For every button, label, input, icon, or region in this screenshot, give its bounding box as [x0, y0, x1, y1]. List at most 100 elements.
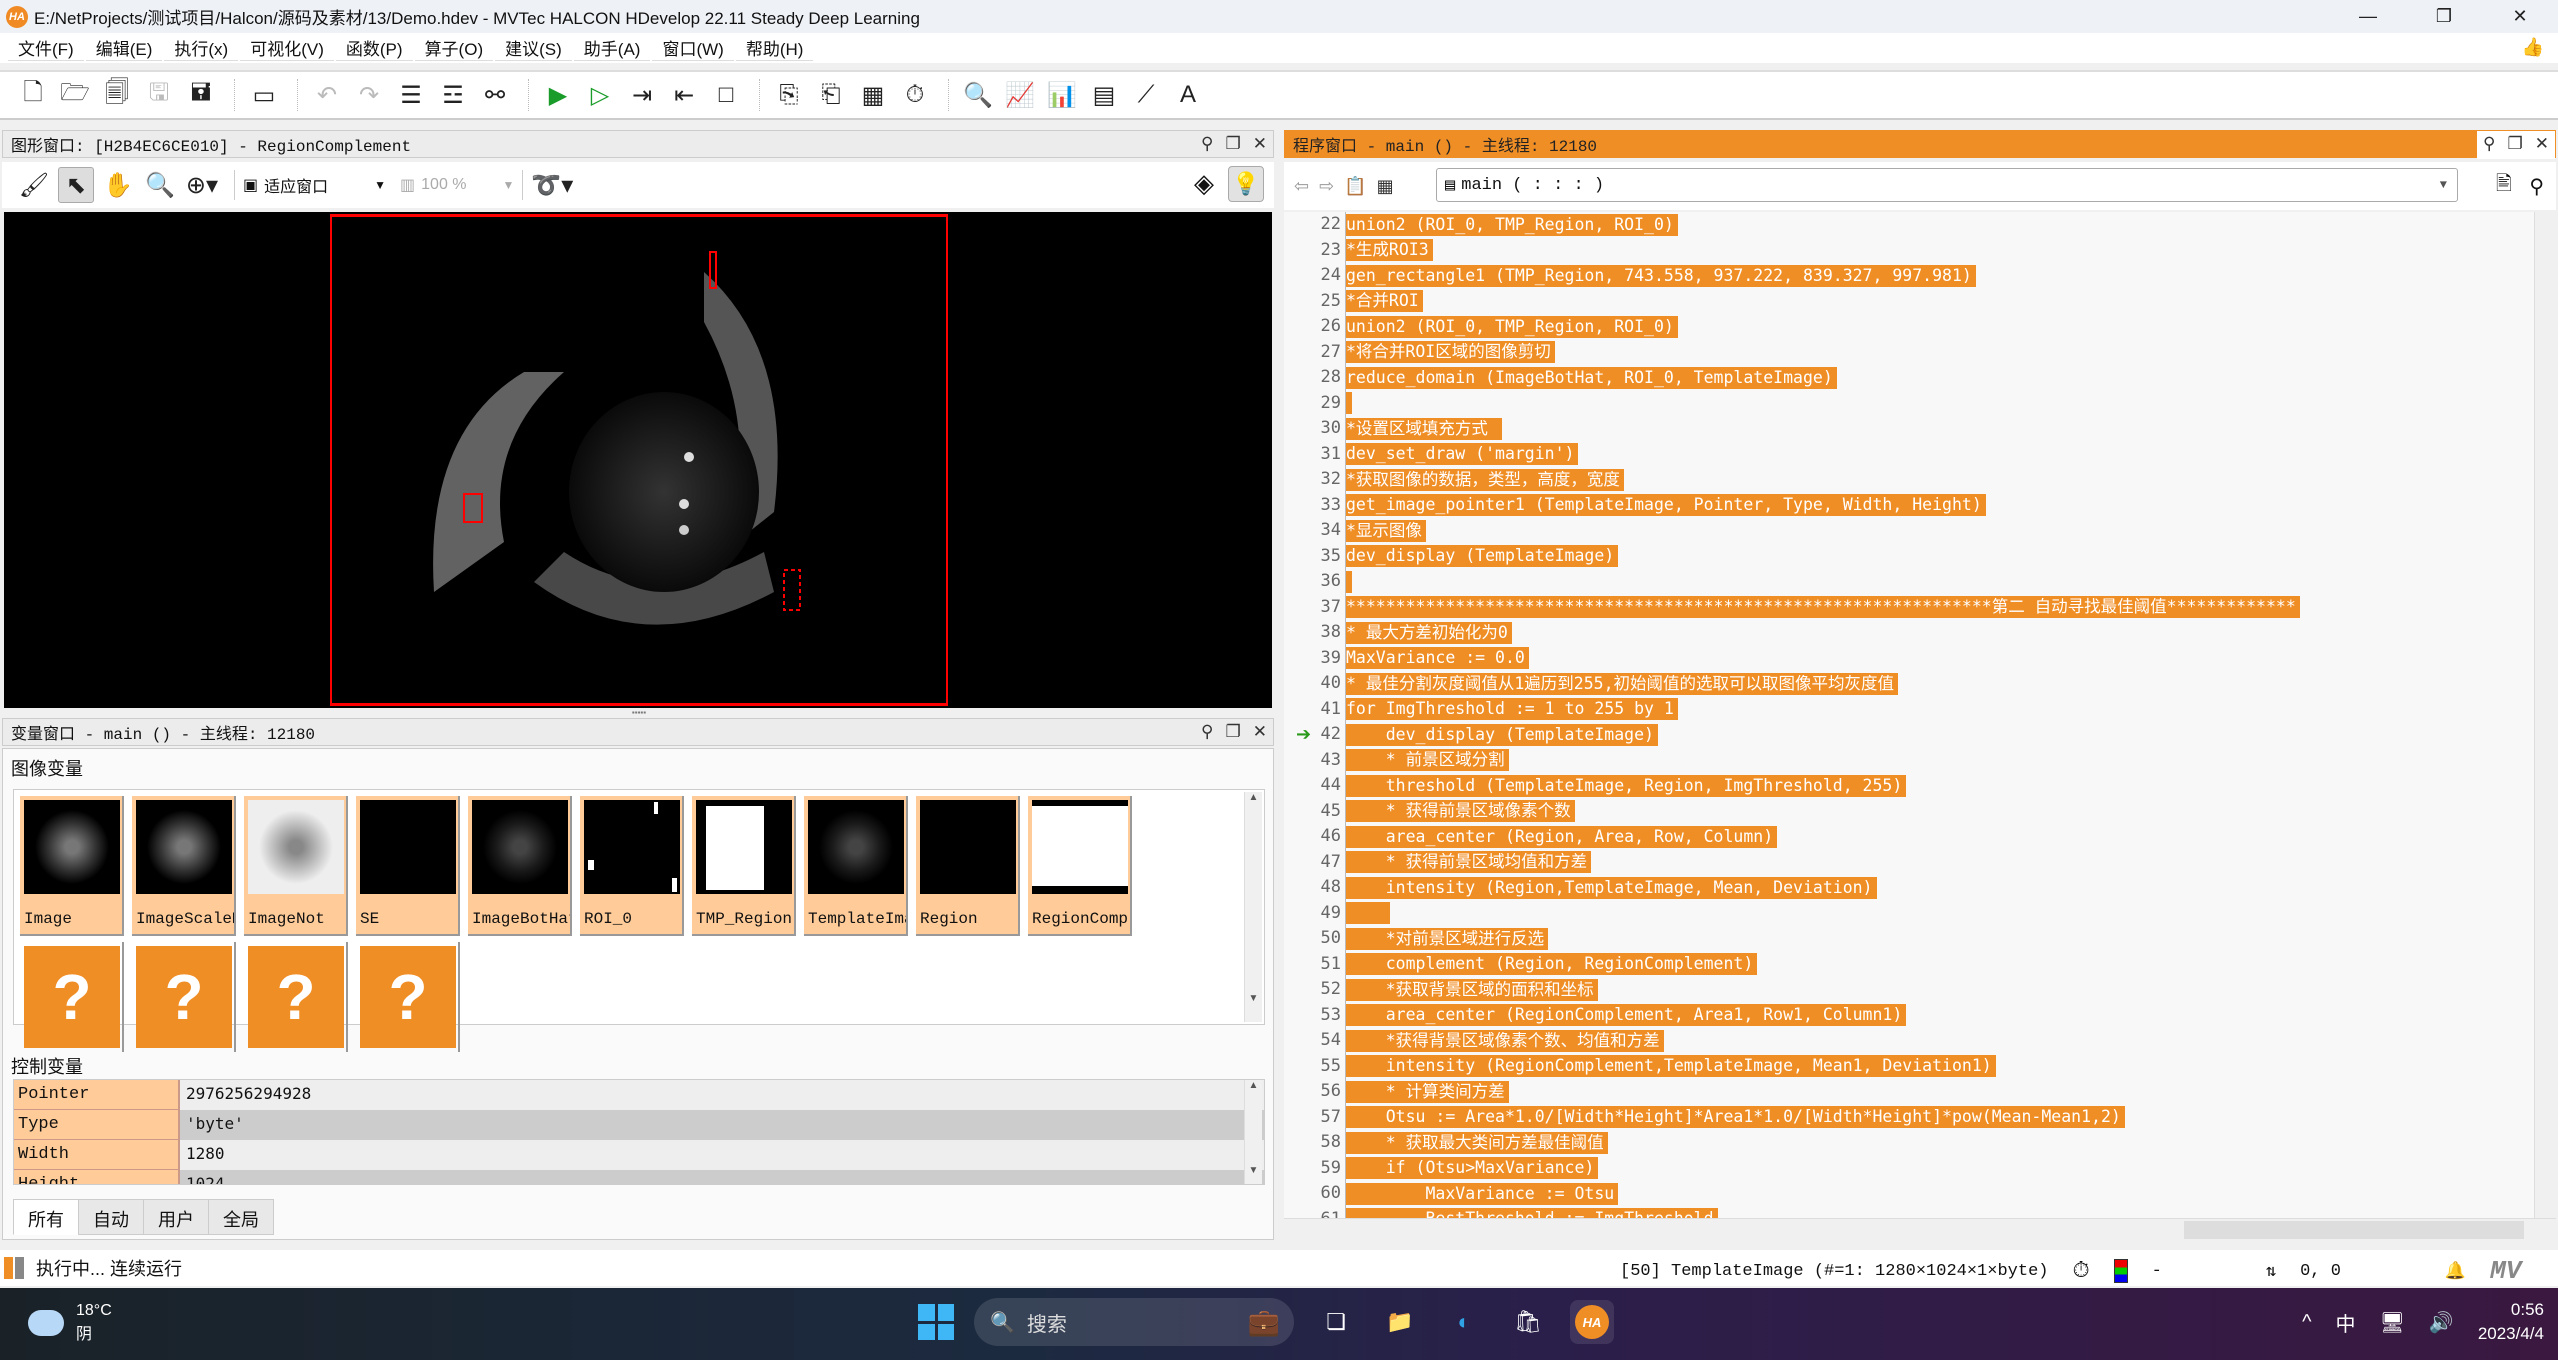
uninitialized-var-thumbnail[interactable]: ?: [244, 942, 348, 1052]
code-line[interactable]: 30 *设置区域填充方式: [1284, 416, 2534, 442]
control-var-row[interactable]: Height 1024: [14, 1170, 1264, 1184]
draw-shape-icon[interactable]: ➰▾: [531, 167, 573, 203]
menu-edit[interactable]: 编辑(E): [85, 35, 163, 61]
close-panel-icon[interactable]: ✕: [1253, 722, 1267, 742]
reset-procedure-icon[interactable]: ⎗: [812, 76, 850, 114]
code-line[interactable]: 50 *对前景区域进行反选: [1284, 926, 2534, 952]
zoom-window-icon[interactable]: 🔍: [959, 76, 997, 114]
feature-inspection-icon[interactable]: ▤: [1085, 76, 1123, 114]
close-panel-icon[interactable]: ✕: [1253, 134, 1267, 154]
save-all-icon[interactable]: 🖬: [182, 76, 220, 114]
menu-operators[interactable]: 算子(O): [414, 35, 494, 61]
microsoft-store-icon[interactable]: 🛍: [1506, 1300, 1550, 1344]
tab-auto[interactable]: 自动: [78, 1199, 144, 1235]
menu-execute[interactable]: 执行(x): [164, 35, 239, 61]
forward-arrow-icon[interactable]: ⇨: [1319, 176, 1334, 197]
code-line[interactable]: 57 Otsu := Area*1.0/[Width*Height]*Area1…: [1284, 1104, 2534, 1130]
image-var-thumbnail[interactable]: Region: [916, 796, 1020, 936]
code-line[interactable]: 45 * 获得前景区域像素个数: [1284, 798, 2534, 824]
clipboard-icon[interactable]: 📋: [1344, 176, 1366, 197]
weather-widget[interactable]: 18°C 阴: [28, 1302, 112, 1344]
lightbulb-icon[interactable]: 💡: [1228, 166, 1264, 202]
tab-all[interactable]: 所有: [13, 1199, 79, 1235]
menu-file[interactable]: 文件(F): [8, 35, 84, 61]
code-line[interactable]: 49: [1284, 900, 2534, 926]
code-editor[interactable]: 22 union2 (ROI_0, TMP_Region, ROI_0) 23 *生成…: [1284, 212, 2534, 1218]
code-line[interactable]: 26 union2 (ROI_0, TMP_Region, ROI_0): [1284, 314, 2534, 340]
code-line[interactable]: 34 *显示图像: [1284, 518, 2534, 544]
code-line[interactable]: 51 complement (Region, RegionComplement): [1284, 951, 2534, 977]
code-line[interactable]: 35 dev_display (TemplateImage): [1284, 543, 2534, 569]
notification-bell-icon[interactable]: 🔔: [2445, 1261, 2466, 1282]
menu-visualization[interactable]: 可视化(V): [240, 35, 334, 61]
code-line[interactable]: 28 reduce_domain (ImageBotHat, ROI_0, Tem…: [1284, 365, 2534, 391]
code-line[interactable]: 53 area_center (RegionComplement, Area1,…: [1284, 1002, 2534, 1028]
code-line[interactable]: 38 * 最大方差初始化为0: [1284, 620, 2534, 646]
image-var-thumbnail[interactable]: TMP_Region: [692, 796, 796, 936]
control-var-row[interactable]: Type'byte': [14, 1110, 1264, 1140]
code-line[interactable]: 55 intensity (RegionComplement,TemplateI…: [1284, 1053, 2534, 1079]
image-var-thumbnail[interactable]: RegionComplement: [1028, 796, 1132, 936]
clock[interactable]: 0:56 2023/4/4: [2478, 1298, 2544, 1346]
undo-icon[interactable]: ↶: [308, 76, 346, 114]
float-window-icon[interactable]: ❐: [2508, 134, 2523, 156]
code-line[interactable]: 39 MaxVariance := 0.0: [1284, 645, 2534, 671]
code-line[interactable]: 31 dev_set_draw ('margin'): [1284, 441, 2534, 467]
redo-icon[interactable]: ↷: [350, 76, 388, 114]
step-into-icon[interactable]: ⇥: [623, 76, 661, 114]
code-line[interactable]: 54 *获得背景区域像素个数、均值和方差: [1284, 1028, 2534, 1054]
code-line[interactable]: 37 **************************************…: [1284, 594, 2534, 620]
image-var-thumbnail[interactable]: ImageScaleMax: [132, 796, 236, 936]
code-line[interactable]: 23 *生成ROI3: [1284, 237, 2534, 263]
graphics-canvas[interactable]: [4, 212, 1272, 708]
menu-procedures[interactable]: 函数(P): [335, 35, 413, 61]
uninitialized-var-thumbnail[interactable]: ?: [20, 942, 124, 1052]
code-line[interactable]: 52 *获取背景区域的面积和坐标: [1284, 977, 2534, 1003]
edge-browser-icon[interactable]: ◐: [1442, 1300, 1486, 1344]
grid-icon[interactable]: ▦: [1377, 176, 1394, 197]
code-line[interactable]: 25 *合并ROI: [1284, 288, 2534, 314]
menu-suggestions[interactable]: 建议(S): [495, 35, 572, 61]
tab-user[interactable]: 用户: [143, 1199, 209, 1235]
code-line[interactable]: 36: [1284, 569, 2534, 595]
code-line[interactable]: 32 *获取图像的数据，类型，高度，宽度: [1284, 467, 2534, 493]
edit-procedure-icon[interactable]: 🖹: [2496, 169, 2512, 203]
layers-icon[interactable]: ◈: [1194, 168, 1214, 199]
menu-help[interactable]: 帮助(H): [735, 35, 814, 61]
pointer-icon[interactable]: ⬉: [58, 167, 94, 203]
float-window-icon[interactable]: ❐: [1226, 722, 1241, 742]
zoom-in-icon[interactable]: ⊕▾: [184, 167, 220, 203]
code-line[interactable]: 61 BestThreshold := ImgThreshold: [1284, 1206, 2534, 1218]
code-line[interactable]: 41 for ImgThreshold := 1 to 255 by 1: [1284, 696, 2534, 722]
image-var-thumbnail[interactable]: Image: [20, 796, 124, 936]
network-icon[interactable]: 🖥: [2380, 1310, 2405, 1335]
control-var-row[interactable]: Width 1280: [14, 1140, 1264, 1170]
open-file-icon[interactable]: 🗁: [56, 76, 94, 114]
ocr-training-icon[interactable]: A: [1169, 76, 1207, 114]
image-var-thumbnail[interactable]: ImageBotHat: [468, 796, 572, 936]
code-line[interactable]: 44 threshold (TemplateImage, Region, Img…: [1284, 773, 2534, 799]
pin-icon[interactable]: ⚲: [1201, 134, 1213, 154]
close-panel-icon[interactable]: ✕: [2535, 134, 2549, 156]
stop-icon[interactable]: □: [707, 76, 745, 114]
code-vertical-scrollbar[interactable]: [2534, 212, 2556, 1218]
back-arrow-icon[interactable]: ⇦: [1294, 176, 1309, 197]
step-out-icon[interactable]: ⇤: [665, 76, 703, 114]
image-acquisition-icon[interactable]: ▭: [245, 76, 283, 114]
halcon-taskbar-icon[interactable]: HA: [1570, 1300, 1614, 1344]
procedure-selector[interactable]: ▤ main ( : : : ) ▼: [1436, 168, 2458, 202]
code-line[interactable]: 58 * 获取最大类间方差最佳阈值: [1284, 1130, 2534, 1156]
menu-window[interactable]: 窗口(W): [652, 35, 734, 61]
code-line[interactable]: 33 get_image_pointer1 (TemplateImage, Poi…: [1284, 492, 2534, 518]
control-vars-scrollbar[interactable]: ▲ ▼: [1244, 1080, 1262, 1184]
taskbar-search[interactable]: 🔍 搜索 💼: [974, 1298, 1294, 1346]
reset-program-icon[interactable]: ⎘: [770, 76, 808, 114]
code-line[interactable]: 46 area_center (Region, Area, Row, Colum…: [1284, 824, 2534, 850]
jit-compile-icon[interactable]: ▦: [854, 76, 892, 114]
code-line[interactable]: 59 if (Otsu>MaxVariance): [1284, 1155, 2534, 1181]
uninitialized-var-thumbnail[interactable]: ?: [132, 942, 236, 1052]
splitter-handle[interactable]: ▪▪▪▪▪: [0, 708, 1278, 718]
tab-global[interactable]: 全局: [208, 1199, 274, 1235]
unpin-icon[interactable]: ⚲: [2529, 174, 2544, 199]
fit-window-dropdown[interactable]: ▣ 适应窗口 ▼: [243, 173, 386, 197]
